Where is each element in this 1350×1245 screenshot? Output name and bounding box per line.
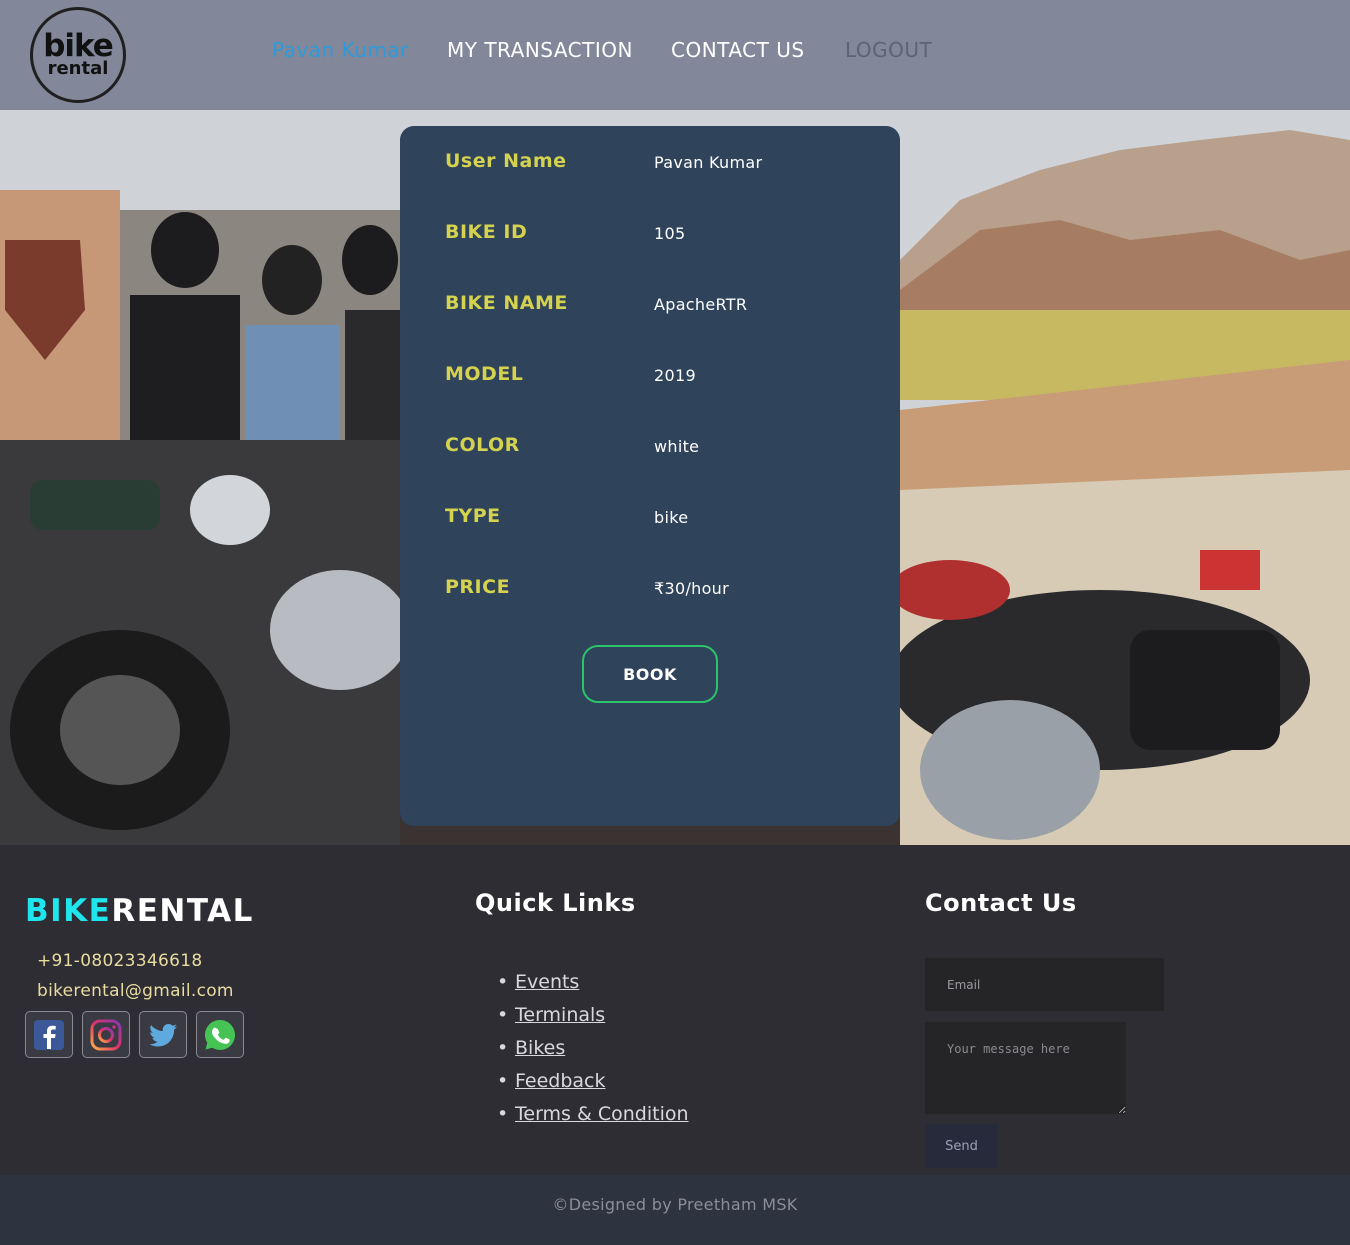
list-item: Events — [497, 971, 689, 1004]
designer-credit: ©Designed by Preetham MSK — [552, 1195, 798, 1214]
detail-label: TYPE — [445, 505, 501, 527]
contact-send-button[interactable]: Send — [925, 1124, 998, 1168]
detail-row-type: TYPE bike — [445, 505, 865, 535]
detail-label: COLOR — [445, 434, 520, 456]
detail-value: Pavan Kumar — [654, 153, 763, 172]
detail-label: User Name — [445, 150, 567, 172]
detail-value: 105 — [654, 224, 686, 243]
detail-label: MODEL — [445, 363, 524, 385]
detail-value: ApacheRTR — [654, 295, 748, 314]
detail-label: PRICE — [445, 576, 511, 598]
facebook-icon[interactable] — [25, 1011, 73, 1058]
list-item: Feedback — [497, 1070, 689, 1103]
quick-links-heading: Quick Links — [475, 889, 636, 917]
book-button[interactable]: BOOK — [582, 645, 718, 703]
detail-row-color: COLOR white — [445, 434, 865, 464]
quick-links-list: Events Terminals Bikes Feedback Terms & … — [497, 971, 689, 1136]
bike-rental-logo[interactable]: bike rental — [30, 7, 126, 103]
detail-label: BIKE NAME — [445, 292, 568, 314]
detail-row-price: PRICE ₹30/hour — [445, 576, 865, 606]
logo-line2: rental — [47, 58, 109, 79]
brand-part2: RENTAL — [111, 893, 254, 929]
brand-part1: BIKE — [25, 893, 112, 929]
list-item: Terms & Condition — [497, 1103, 689, 1136]
detail-value: ₹30/hour — [654, 579, 729, 598]
quick-link-bikes[interactable]: Bikes — [515, 1037, 565, 1059]
bottom-credit-bar: ©Designed by Preetham MSK — [0, 1175, 1350, 1245]
contact-email-input[interactable] — [925, 958, 1164, 1011]
logo-line1: bike — [43, 28, 114, 64]
bike-details-card: User Name Pavan Kumar BIKE ID 105 BIKE N… — [400, 126, 900, 826]
detail-label: BIKE ID — [445, 221, 528, 243]
nav-my-transaction[interactable]: MY TRANSACTION — [447, 38, 633, 62]
contact-us-heading: Contact Us — [925, 889, 1077, 917]
detail-row-bike-name: BIKE NAME ApacheRTR — [445, 292, 865, 322]
detail-row-bike-id: BIKE ID 105 — [445, 221, 865, 251]
whatsapp-icon[interactable] — [196, 1011, 244, 1058]
contact-message-textarea[interactable] — [925, 1022, 1126, 1114]
nav-logout[interactable]: LOGOUT — [845, 38, 932, 62]
quick-link-terminals[interactable]: Terminals — [515, 1004, 605, 1026]
nav-user-name[interactable]: Pavan Kumar — [272, 38, 409, 62]
list-item: Bikes — [497, 1037, 689, 1070]
detail-row-username: User Name Pavan Kumar — [445, 150, 865, 180]
list-item: Terminals — [497, 1004, 689, 1037]
top-navbar: bike rental Pavan Kumar MY TRANSACTION C… — [0, 0, 1350, 110]
quick-link-events[interactable]: Events — [515, 971, 579, 993]
detail-value: 2019 — [654, 366, 696, 385]
detail-row-model: MODEL 2019 — [445, 363, 865, 393]
footer-email: bikerental@gmail.com — [37, 981, 234, 1001]
footer-phone: +91-08023346618 — [37, 951, 203, 971]
twitter-icon[interactable] — [139, 1011, 187, 1058]
nav-contact-us[interactable]: CONTACT US — [671, 38, 805, 62]
detail-value: bike — [654, 508, 689, 527]
footer-brand: BIKERENTAL — [25, 893, 254, 929]
quick-link-terms[interactable]: Terms & Condition — [515, 1103, 689, 1125]
site-footer: BIKERENTAL +91-08023346618 bikerental@gm… — [0, 845, 1350, 1175]
instagram-icon[interactable] — [82, 1011, 130, 1058]
quick-link-feedback[interactable]: Feedback — [515, 1070, 605, 1092]
detail-value: white — [654, 437, 700, 456]
